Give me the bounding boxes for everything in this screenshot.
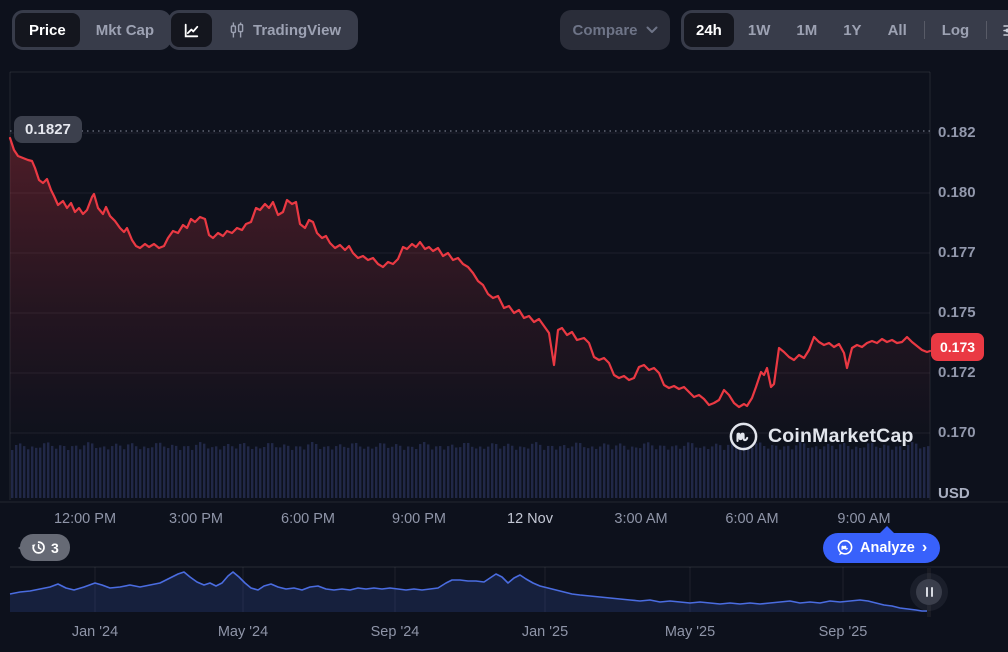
chart-toolbar: Price Mkt Cap TradingView Com [0, 0, 1008, 60]
mktcap-tab[interactable]: Mkt Cap [82, 13, 168, 47]
x-axis-tick-label: 12 Nov [485, 511, 575, 527]
y-axis-tick-label: 0.172 [938, 364, 1002, 381]
range-1w[interactable]: 1W [736, 13, 783, 47]
sliders-icon [1001, 21, 1008, 40]
x-axis-tick-label: 3:00 AM [596, 511, 686, 527]
history-area-fill [10, 572, 929, 612]
coinmarketcap-chart-page: Price Mkt Cap TradingView Com [0, 0, 1008, 652]
y-axis-tick-label: 0.175 [938, 304, 1002, 321]
brush-handle[interactable] [916, 579, 942, 605]
range-1y[interactable]: 1Y [831, 13, 873, 47]
coinmarketcap-watermark: CoinMarketCap [728, 421, 914, 452]
chevron-down-icon [646, 26, 658, 34]
x-axis-tick-label: 6:00 PM [263, 511, 353, 527]
brush-tick-label: May '24 [198, 624, 288, 640]
brush-tick-label: Jan '25 [500, 624, 590, 640]
x-axis-tick-label: 9:00 PM [374, 511, 464, 527]
y-axis-tick-label: 0.177 [938, 244, 1002, 261]
cmc-ai-bubble-icon [836, 539, 854, 557]
x-axis-tick-label: 3:00 PM [151, 511, 241, 527]
x-axis-tick-label: 12:00 PM [40, 511, 130, 527]
chevron-right-icon: › [922, 539, 927, 557]
tradingview-label: TradingView [253, 22, 341, 39]
range-selector: 24h 1W 1M 1Y All Log [681, 10, 1008, 50]
watermark-text: CoinMarketCap [768, 425, 914, 448]
history-icon [31, 540, 46, 555]
axis-unit-label: USD [938, 485, 970, 502]
candlestick-icon [228, 21, 246, 39]
y-axis-tick-label: 0.182 [938, 124, 1002, 141]
tradingview-button[interactable]: TradingView [214, 13, 355, 47]
open-price-label: 0.1827 [14, 116, 82, 143]
y-axis-tick-label: 0.170 [938, 424, 1002, 441]
y-axis-tick-label: 0.180 [938, 184, 1002, 201]
line-chart-icon [182, 21, 201, 40]
compare-button[interactable]: Compare [560, 10, 670, 50]
metric-toggle: Price Mkt Cap [12, 10, 171, 50]
brush-tick-label: Sep '25 [798, 624, 888, 640]
log-scale-toggle[interactable]: Log [930, 13, 982, 47]
brush-tick-label: Sep '24 [350, 624, 440, 640]
history-count: 3 [51, 540, 59, 556]
x-axis-tick-label: 9:00 AM [819, 511, 909, 527]
price-area-fill [10, 138, 930, 440]
current-price-badge: 0.173 [931, 333, 984, 361]
chart-type-toggle: TradingView [168, 10, 358, 50]
line-chart-type-button[interactable] [171, 13, 212, 47]
analyze-button[interactable]: Analyze › [823, 533, 940, 563]
analyze-label: Analyze [860, 540, 915, 556]
compare-label: Compare [572, 22, 637, 39]
toolbar-divider [924, 21, 925, 39]
brush-tick-label: Jan '24 [50, 624, 140, 640]
coinmarketcap-logo-icon [728, 421, 759, 452]
brush-tick-label: May '25 [645, 624, 735, 640]
drawing-history-button[interactable]: 3 [20, 534, 70, 561]
price-tab[interactable]: Price [15, 13, 80, 47]
range-1m[interactable]: 1M [784, 13, 829, 47]
range-24h[interactable]: 24h [684, 13, 734, 47]
range-all[interactable]: All [876, 13, 919, 47]
chart-settings-button[interactable] [992, 13, 1008, 47]
toolbar-divider [986, 21, 987, 39]
x-axis-tick-label: 6:00 AM [707, 511, 797, 527]
